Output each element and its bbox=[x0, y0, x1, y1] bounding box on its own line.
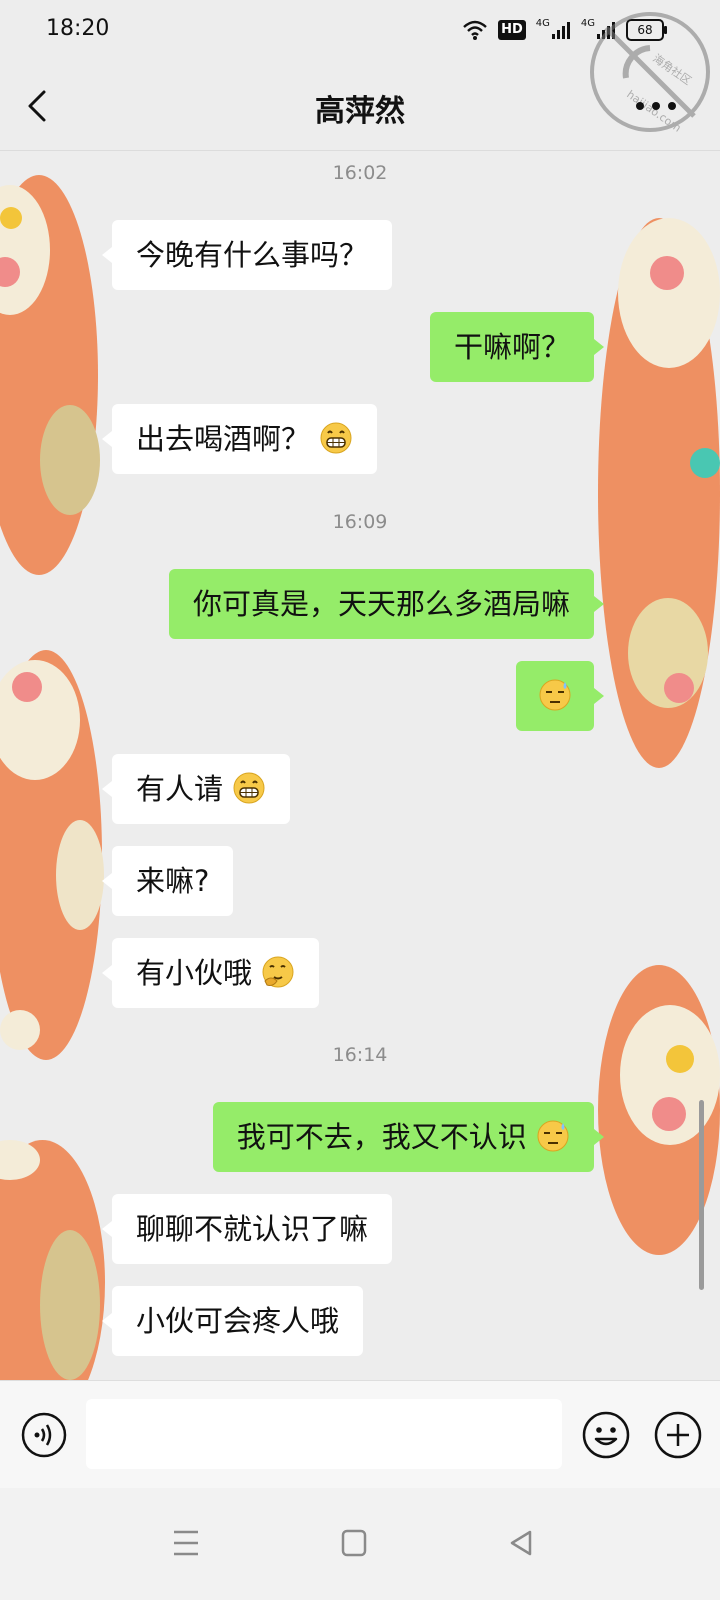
menu-lines-icon bbox=[174, 1530, 198, 1556]
wifi-icon bbox=[462, 18, 488, 42]
message-bubble-received[interactable]: 有人请 bbox=[101, 754, 291, 824]
square-icon bbox=[341, 1529, 367, 1557]
message-text: 今晚有什么事吗？ bbox=[136, 238, 369, 272]
message-bubble-sent[interactable]: 我可不去，我又不认识 bbox=[212, 1102, 605, 1172]
message-bubble-sent[interactable]: 干嘛啊？ bbox=[429, 312, 605, 382]
voice-icon bbox=[21, 1412, 67, 1458]
message-bubble-received[interactable]: 出去喝酒啊？ bbox=[101, 404, 378, 474]
hd-badge: HD bbox=[498, 20, 526, 40]
timestamp: 16:09 bbox=[332, 511, 388, 533]
message-text: 我可不去，我又不认识 bbox=[236, 1120, 527, 1154]
home-button[interactable] bbox=[334, 1526, 374, 1560]
message-text: 小伙可会疼人哦 bbox=[136, 1304, 340, 1338]
sweat-emoji-icon bbox=[536, 1119, 570, 1153]
smiley-icon bbox=[582, 1411, 630, 1459]
message-bubble-received[interactable]: 有小伙哦 bbox=[101, 938, 320, 1008]
message-text: 你可真是，天天那么多酒局嘛 bbox=[192, 587, 570, 621]
message-bubble-sent[interactable] bbox=[516, 661, 604, 731]
plush-decoration-right-1 bbox=[598, 218, 720, 768]
message-text: 聊聊不就认识了嘛 bbox=[136, 1212, 369, 1246]
message-bubble-received[interactable]: 小伙可会疼人哦 bbox=[101, 1286, 364, 1356]
chat-scrollbar[interactable] bbox=[699, 1100, 704, 1290]
signal-icon-1: 4G bbox=[536, 18, 571, 42]
voice-button[interactable] bbox=[20, 1411, 68, 1459]
status-time: 18:20 bbox=[46, 16, 110, 41]
message-bubble-received[interactable]: 来嘛? bbox=[101, 846, 234, 916]
network-label-1: 4G bbox=[535, 18, 550, 29]
message-input[interactable] bbox=[86, 1399, 562, 1469]
sweat-emoji-icon bbox=[538, 678, 572, 712]
emoji-button[interactable] bbox=[580, 1409, 632, 1461]
thinking-emoji-icon bbox=[261, 955, 295, 989]
message-text: 有人请 bbox=[136, 772, 224, 806]
message-bubble-sent[interactable]: 你可真是，天天那么多酒局嘛 bbox=[168, 569, 605, 639]
grin-emoji-icon bbox=[319, 421, 353, 455]
message-text: 出去喝酒啊？ bbox=[136, 422, 311, 456]
input-bar bbox=[0, 1380, 720, 1489]
triangle-back-icon bbox=[510, 1530, 532, 1556]
chat-title: 高萍然 bbox=[315, 94, 405, 129]
grin-emoji-icon bbox=[232, 771, 266, 805]
message-bubble-received[interactable]: 今晚有什么事吗？ bbox=[101, 220, 393, 290]
system-nav-bar bbox=[0, 1488, 720, 1600]
message-text: 来嘛? bbox=[136, 864, 210, 898]
message-bubble-received[interactable]: 聊聊不就认识了嘛 bbox=[101, 1194, 393, 1264]
more-button[interactable] bbox=[632, 94, 680, 118]
message-text: 干嘛啊？ bbox=[453, 330, 570, 364]
timestamp: 16:02 bbox=[332, 162, 388, 184]
plush-decoration-left-2 bbox=[0, 650, 104, 1060]
recents-button[interactable] bbox=[166, 1526, 206, 1560]
back-nav-button[interactable] bbox=[502, 1526, 542, 1560]
more-dots-icon bbox=[636, 102, 676, 110]
plus-circle-icon bbox=[654, 1411, 702, 1459]
message-text: 有小伙哦 bbox=[136, 956, 253, 990]
more-options-button[interactable] bbox=[652, 1409, 704, 1461]
chat-header: 高萍然 bbox=[0, 62, 720, 151]
timestamp: 16:14 bbox=[332, 1044, 388, 1066]
